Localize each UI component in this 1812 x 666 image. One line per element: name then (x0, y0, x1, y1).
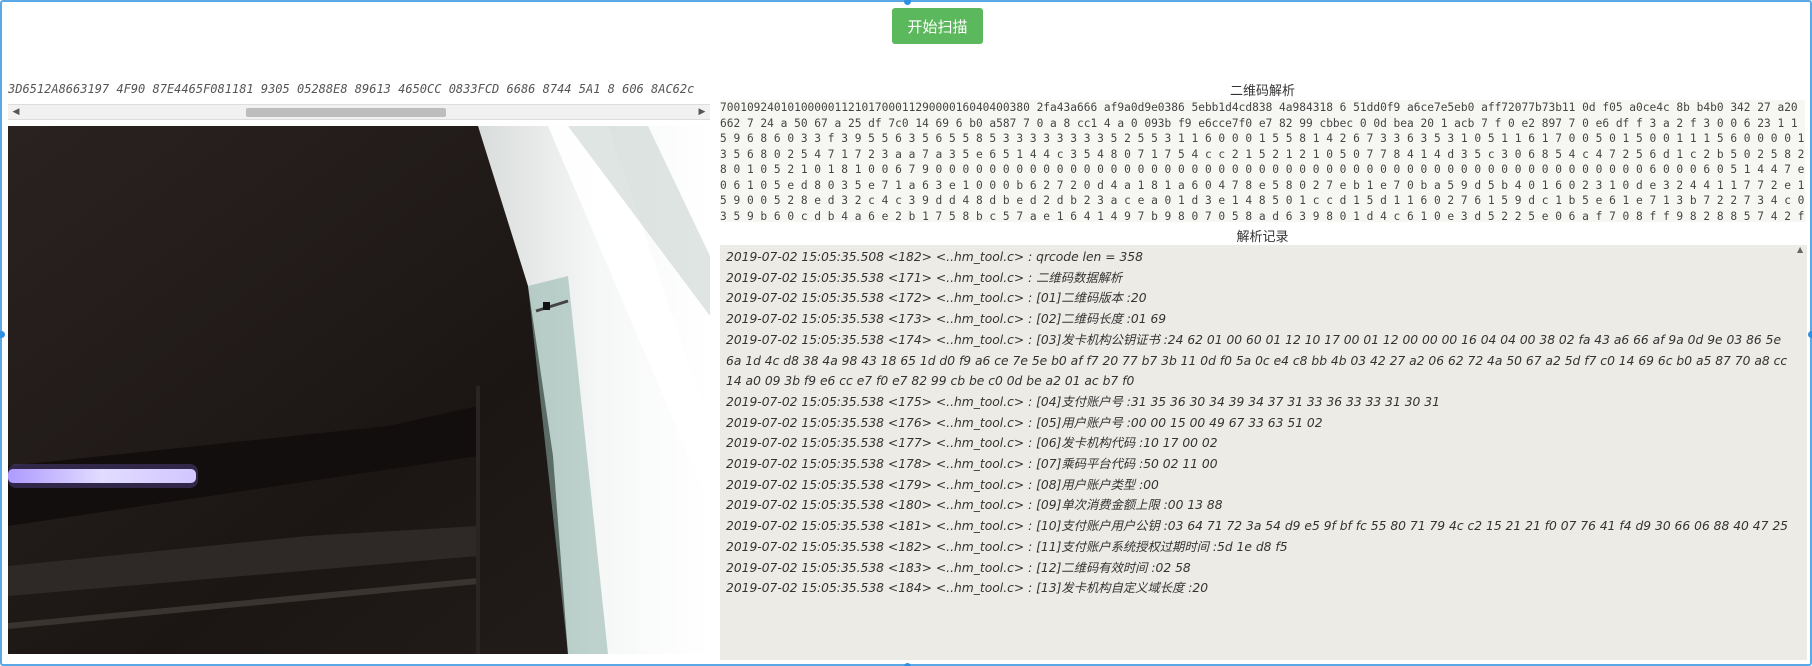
log-line: 2019-07-02 15:05:35.538 <180> <..hm_tool… (726, 498, 1223, 513)
log-line: 2019-07-02 15:05:35.538 <171> <..hm_tool… (726, 270, 1123, 285)
scroll-left-icon[interactable]: ◀ (8, 105, 24, 119)
log-line: 2019-07-02 15:05:35.508 <182> <..hm_tool… (726, 250, 1143, 264)
parse-log[interactable]: 2019-07-02 15:05:35.508 <182> <..hm_tool… (720, 245, 1797, 660)
log-line: 2019-07-02 15:05:35.538 <178> <..hm_tool… (726, 457, 1218, 472)
camera-frame-image (8, 126, 710, 654)
scroll-up-icon[interactable]: ▲ (1797, 245, 1803, 254)
log-line: 2019-07-02 15:05:35.538 <181> <..hm_tool… (726, 519, 1788, 534)
log-line: 2019-07-02 15:05:35.538 <174> <..hm_tool… (726, 332, 1788, 389)
log-section-title: 解析记录 (1236, 230, 1289, 245)
resize-handle-top[interactable] (904, 0, 911, 5)
log-line: 2019-07-02 15:05:35.538 <183> <..hm_tool… (726, 560, 1191, 575)
resize-handle-left[interactable] (0, 331, 5, 338)
log-line: 2019-07-02 15:05:35.538 <177> <..hm_tool… (726, 436, 1218, 451)
scrollbar-thumb[interactable] (246, 108, 446, 117)
horizontal-scrollbar[interactable]: ◀ ▶ (8, 104, 710, 120)
qr-raw-data: 7001092401010000011210170001129000016040… (720, 100, 1805, 222)
log-line: 2019-07-02 15:05:35.538 <176> <..hm_tool… (726, 415, 1323, 430)
log-line: 2019-07-02 15:05:35.538 <179> <..hm_tool… (726, 477, 1159, 492)
log-line: 2019-07-02 15:05:35.538 <175> <..hm_tool… (726, 394, 1440, 409)
log-line: 2019-07-02 15:05:35.538 <184> <..hm_tool… (726, 581, 1209, 596)
qr-section-title: 二维码解析 (1229, 84, 1295, 99)
resize-handle-right[interactable] (1808, 331, 1812, 338)
camera-preview (8, 126, 710, 654)
scroll-right-icon[interactable]: ▶ (694, 105, 710, 119)
log-line: 2019-07-02 15:05:35.538 <182> <..hm_tool… (726, 539, 1288, 554)
vertical-scrollbar[interactable]: ▲ (1797, 245, 1807, 660)
scanned-hex-strip: 3D6512A8663197 4F90 87E4465F081181 9305 … (8, 82, 710, 102)
start-scan-button[interactable]: 开始扫描 (892, 8, 983, 44)
log-line: 2019-07-02 15:05:35.538 <172> <..hm_tool… (726, 291, 1147, 306)
log-line: 2019-07-02 15:05:35.538 <173> <..hm_tool… (726, 312, 1167, 327)
